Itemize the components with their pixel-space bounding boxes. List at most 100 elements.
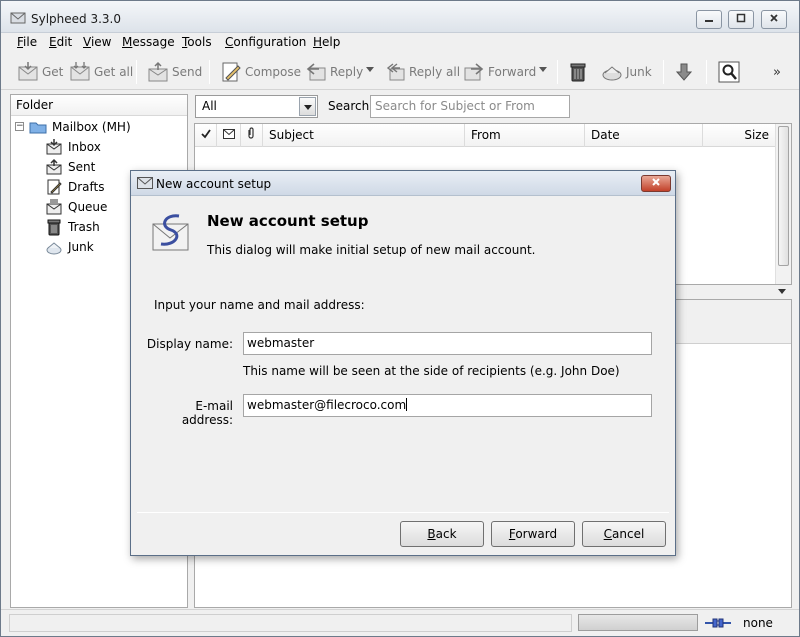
email-field[interactable]: webmaster@filecroco.com	[243, 394, 652, 417]
send-button[interactable]: Send	[147, 57, 202, 87]
folder-label: Junk	[68, 240, 94, 254]
search-label: Search:	[328, 99, 374, 113]
menu-edit-label: dit	[56, 35, 73, 49]
status-text: none	[743, 616, 773, 630]
folder-label: Queue	[68, 200, 108, 214]
next-unread-button[interactable]	[673, 57, 695, 87]
forward-button[interactable]: Forward	[491, 521, 575, 547]
message-list-header: Subject From Date Size	[195, 124, 775, 147]
forward-button[interactable]: Forward	[463, 57, 536, 87]
menu-message[interactable]: Message	[122, 35, 175, 49]
reply-button[interactable]: Reply	[305, 57, 363, 87]
menu-help-mnemonic: H	[313, 35, 323, 49]
dialog-heading: New account setup	[207, 212, 369, 230]
sent-icon	[46, 158, 62, 175]
compose-button[interactable]: Compose	[220, 57, 301, 87]
get-button[interactable]: Get	[17, 57, 63, 87]
close-button[interactable]	[761, 10, 787, 29]
forward-icon	[464, 63, 484, 81]
get-all-icon	[70, 62, 90, 81]
reply-icon	[306, 63, 326, 81]
column-mark[interactable]	[195, 124, 217, 147]
cancel-mnemonic: C	[603, 527, 613, 541]
reply-button-label: Reply	[330, 65, 364, 79]
column-size[interactable]: Size	[703, 124, 775, 147]
menu-tools[interactable]: Tools	[182, 35, 212, 49]
send-button-label: Send	[172, 65, 203, 79]
dialog-title-bar: New account setup	[131, 171, 675, 196]
chevron-down-icon[interactable]	[778, 289, 786, 294]
toolbar-separator	[209, 60, 210, 84]
app-icon	[10, 12, 26, 24]
filter-dropdown[interactable]: All	[195, 95, 318, 118]
folder-junk[interactable]: Junk	[45, 237, 94, 257]
column-date[interactable]: Date	[585, 124, 703, 147]
junk-icon	[46, 242, 62, 255]
close-icon	[770, 14, 778, 22]
folder-drafts[interactable]: Drafts	[45, 177, 105, 197]
menu-help-label: elp	[322, 35, 341, 49]
overflow-icon: »	[773, 64, 781, 80]
delete-button[interactable]	[567, 57, 589, 87]
toolbar-overflow-button[interactable]: »	[773, 57, 781, 87]
reply-all-icon	[386, 63, 405, 81]
text-caret	[406, 398, 408, 411]
menu-file-label: ile	[23, 35, 38, 49]
menu-help[interactable]: Help	[313, 35, 340, 49]
menu-file[interactable]: File	[17, 35, 37, 49]
toolbar-separator	[557, 60, 558, 84]
folder-column-header[interactable]: Folder	[11, 95, 187, 116]
sylpheed-logo-icon	[152, 214, 189, 251]
folder-label: Trash	[68, 220, 100, 234]
back-button[interactable]: Back	[400, 521, 484, 547]
menu-configuration-label: onfiguration	[233, 35, 307, 49]
junk-button[interactable]: Junk	[601, 57, 652, 87]
back-label: ack	[435, 527, 457, 541]
folder-label: Inbox	[68, 140, 101, 154]
paperclip-icon	[248, 127, 254, 139]
scrollbar-thumb[interactable]	[778, 126, 789, 266]
checkmark-icon	[201, 129, 211, 139]
folder-sent[interactable]: Sent	[45, 157, 95, 177]
minimize-icon	[705, 20, 713, 22]
search-messages-button[interactable]	[718, 57, 740, 87]
folder-trash[interactable]: Trash	[45, 217, 100, 237]
compose-icon	[222, 62, 241, 82]
dialog-prompt: Input your name and mail address:	[154, 298, 365, 312]
minimize-button[interactable]	[696, 10, 722, 29]
column-unread[interactable]	[217, 124, 241, 147]
collapse-icon[interactable]: −	[15, 122, 24, 131]
message-list-scrollbar[interactable]	[775, 124, 791, 284]
toolbar-separator	[136, 60, 137, 84]
back-mnemonic: B	[427, 527, 436, 541]
column-subject[interactable]: Subject	[263, 124, 465, 147]
app-icon	[137, 177, 153, 189]
cancel-button[interactable]: Cancel	[582, 521, 666, 547]
menu-edit[interactable]: Edit	[49, 35, 72, 49]
folder-queue[interactable]: Queue	[45, 197, 107, 217]
maximize-icon	[736, 13, 746, 23]
cancel-label: ancel	[612, 527, 645, 541]
maximize-button[interactable]	[728, 10, 754, 29]
reply-all-button[interactable]: Reply all	[384, 57, 460, 87]
folder-mailbox[interactable]: Mailbox (MH)	[29, 117, 131, 137]
window-title: Sylpheed 3.3.0	[31, 12, 122, 26]
forward-label: orward	[515, 527, 558, 541]
get-all-button[interactable]: Get all	[69, 57, 133, 87]
column-attachment[interactable]	[241, 124, 263, 147]
column-from[interactable]: From	[465, 124, 585, 147]
folder-label: Mailbox (MH)	[52, 120, 131, 134]
forward-dropdown-icon[interactable]	[539, 67, 547, 72]
display-name-label: Display name:	[146, 337, 233, 351]
online-status-icon[interactable]	[705, 616, 731, 630]
menu-configuration[interactable]: Configuration	[225, 35, 306, 49]
search-input[interactable]: Search for Subject or From	[370, 95, 570, 118]
display-name-field[interactable]: webmaster	[243, 332, 652, 355]
down-arrow-icon	[675, 63, 693, 81]
toolbar-separator	[706, 60, 707, 84]
menu-view[interactable]: View	[83, 35, 111, 49]
chevron-down-icon[interactable]	[299, 97, 316, 116]
dialog-close-button[interactable]	[641, 175, 671, 192]
reply-dropdown-icon[interactable]	[366, 67, 374, 72]
folder-inbox[interactable]: Inbox	[45, 137, 101, 157]
